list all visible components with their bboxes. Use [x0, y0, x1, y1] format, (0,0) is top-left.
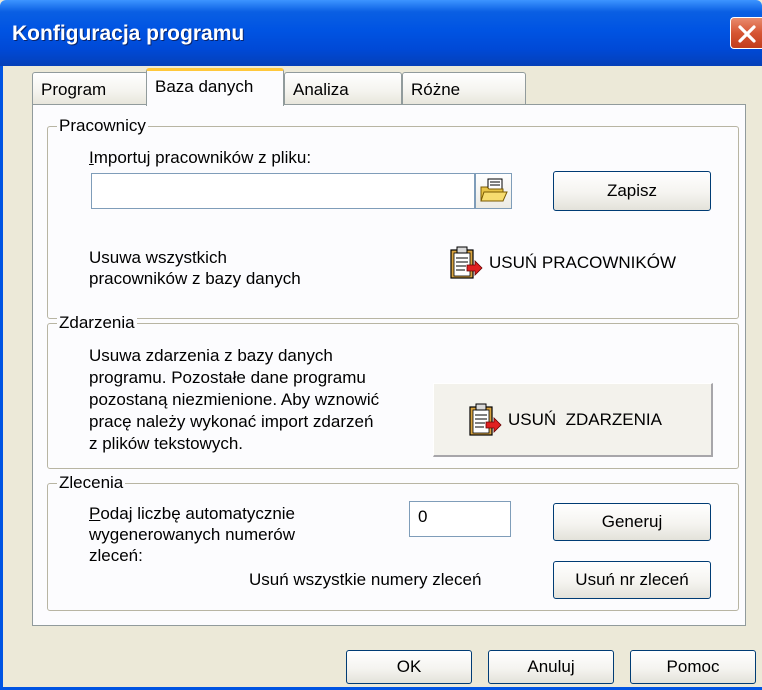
tab-baza-danych-label: Baza danych: [155, 77, 254, 96]
browse-file-button[interactable]: [475, 173, 512, 209]
save-button[interactable]: Zapisz: [553, 171, 711, 211]
folder-open-icon: [480, 178, 508, 202]
events-desc-line4: pracę należy wykonać import zdarzeń: [89, 412, 374, 431]
cancel-button[interactable]: Anuluj: [488, 650, 614, 684]
tab-program-label: Program: [41, 80, 107, 99]
orders-count-label-line3: zleceń:: [89, 546, 143, 565]
delete-events-label: USUŃ ZDARZENIA: [508, 409, 662, 429]
tab-analiza-label: Analiza: [293, 80, 349, 99]
group-pracownicy-title: Pracownicy: [57, 116, 148, 136]
delete-workers-desc-line2: pracowników z bazy danych: [89, 269, 301, 288]
orders-count-input[interactable]: 0: [409, 501, 511, 537]
delete-workers-button[interactable]: USUŃ PRACOWNIKÓW: [441, 239, 713, 287]
tab-panel-baza-danych: Pracownicy Importuj pracowników z pliku:…: [32, 104, 746, 626]
close-button[interactable]: [730, 17, 762, 49]
events-desc-line1: Usuwa zdarzenia z bazy danych: [89, 346, 333, 365]
ok-button[interactable]: OK: [346, 650, 472, 684]
generate-button[interactable]: Generuj: [553, 503, 711, 541]
import-file-path-input[interactable]: [91, 173, 475, 209]
delete-workers-desc-line1: Usuwa wszystkich: [89, 248, 227, 267]
tab-rozne-label: Różne: [411, 80, 461, 99]
events-desc-line3: pozostaną niezmienione. Aby wznowić: [89, 390, 380, 409]
orders-count-label-line2: wygenerowanych numerów: [89, 525, 295, 544]
tab-program[interactable]: Program: [32, 72, 148, 104]
clipboard-arrow-icon: [469, 403, 502, 436]
delete-workers-label: USUŃ PRACOWNIKÓW: [489, 253, 676, 272]
orders-count-label-line1: Podaj liczbę automatycznie: [89, 504, 296, 523]
delete-all-orders-label: Usuń wszystkie numery zleceń: [249, 570, 482, 589]
window-title: Konfiguracja programu: [12, 22, 245, 45]
help-button[interactable]: Pomoc: [630, 650, 756, 684]
import-workers-label: Importuj pracowników z pliku:: [89, 148, 312, 167]
tab-baza-danych[interactable]: Baza danych: [146, 68, 284, 106]
events-desc-line5: z plików tekstowych.: [89, 434, 243, 453]
tab-rozne[interactable]: Różne: [402, 72, 526, 104]
clipboard-arrow-icon: [450, 246, 483, 279]
group-zlecenia-title: Zlecenia: [57, 473, 126, 493]
delete-orders-button[interactable]: Usuń nr zleceń: [553, 561, 711, 599]
group-zdarzenia-title: Zdarzenia: [57, 313, 137, 333]
delete-events-button[interactable]: USUŃ ZDARZENIA: [433, 383, 713, 457]
events-desc-line2: programu. Pozostałe dane programu: [89, 368, 366, 387]
title-bar[interactable]: Konfiguracja programu: [0, 0, 762, 66]
close-icon: [738, 25, 756, 43]
tab-analiza[interactable]: Analiza: [284, 72, 402, 104]
